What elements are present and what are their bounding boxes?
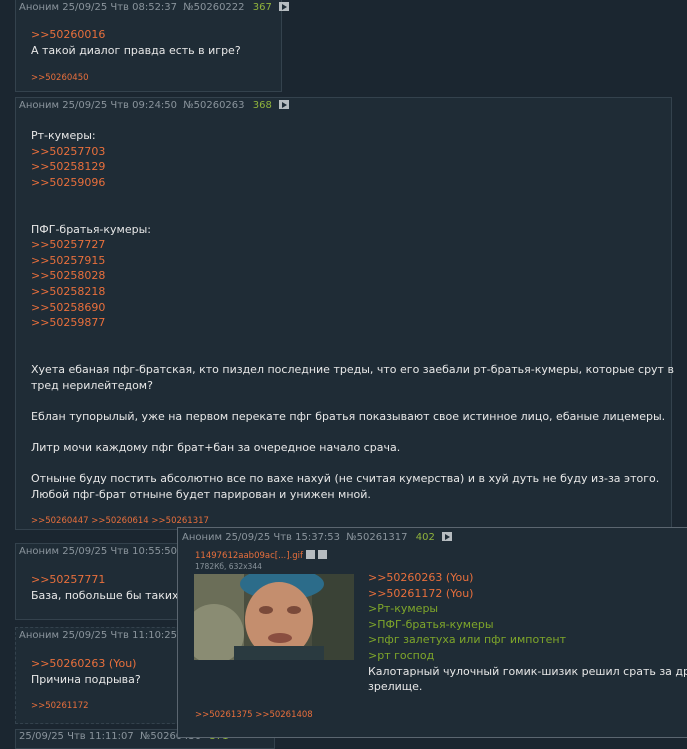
quote-link[interactable]: >>50258218 bbox=[31, 284, 674, 300]
post-date: 25/09/25 Чтв 15:37:53 bbox=[225, 532, 341, 543]
section-title-rt: Рт-кумеры: bbox=[31, 129, 96, 142]
section-title-pfg: ПФГ-братья-кумеры: bbox=[31, 222, 151, 236]
quote-link[interactable]: >>50260263 (You) bbox=[31, 656, 141, 672]
post-replies[interactable]: >>50260447 >>50260614 >>50261317 bbox=[31, 516, 209, 526]
post-50260222: Аноним 25/09/25 Чтв 08:52:37 №50260222 3… bbox=[15, 0, 289, 92]
play-icon[interactable] bbox=[442, 532, 452, 541]
file-meta: 1782Кб, 632x344 bbox=[195, 562, 262, 571]
post-date: 25/09/25 Чтв 09:24:50 bbox=[62, 100, 178, 111]
quote-link[interactable]: >>50257727 bbox=[31, 237, 674, 253]
post-header: Аноним 25/09/25 Чтв 10:55:50 bbox=[19, 546, 177, 557]
post-number[interactable]: №50261317 bbox=[346, 532, 407, 543]
post-count: 368 bbox=[252, 100, 272, 111]
post-count: 402 bbox=[415, 532, 435, 543]
post-text: База, побольше бы таких к bbox=[31, 588, 189, 602]
quote-link[interactable]: >>50260016 bbox=[31, 27, 241, 43]
post-author: Аноним bbox=[19, 100, 60, 111]
post-replies[interactable]: >>50261172 bbox=[31, 701, 89, 711]
greentext: >пфг залетуха или пфг импотент bbox=[368, 633, 566, 647]
post-text: Отныне буду постить абсолютно все по вах… bbox=[31, 472, 660, 486]
post-header: Аноним 25/09/25 Чтв 09:24:50 №50260263 3… bbox=[19, 100, 289, 111]
quote-link[interactable]: >>50258028 bbox=[31, 268, 674, 284]
post-preview-popup: Аноним 25/09/25 Чтв 15:37:53 №50261317 4… bbox=[177, 527, 687, 738]
post-header: Аноним 25/09/25 Чтв 08:52:37 №50260222 3… bbox=[19, 2, 289, 13]
post-text: Причина подрыва? bbox=[31, 672, 141, 686]
quote-link[interactable]: >>50260263 (You) bbox=[368, 570, 687, 586]
gif-thumbnail[interactable] bbox=[194, 574, 354, 660]
post-count: 367 bbox=[252, 2, 272, 13]
quote-link[interactable]: >>50257703 bbox=[31, 144, 674, 160]
post-text: Калотарный чулочный гомик-шизик решил ср… bbox=[368, 664, 687, 678]
greentext: >Рт-кумеры bbox=[368, 602, 439, 616]
play-icon[interactable] bbox=[279, 100, 289, 109]
search-image-icon[interactable] bbox=[305, 550, 315, 559]
post-author: Аноним bbox=[19, 630, 60, 641]
file-name[interactable]: 11497612aab09ac[...].gif bbox=[195, 551, 303, 561]
post-50260450-quote: Аноним 25/09/25 Чтв 10:55:50 >>50257771 … bbox=[15, 543, 189, 620]
download-icon[interactable] bbox=[317, 550, 327, 559]
greentext: >рт господ bbox=[368, 648, 435, 662]
post-text: А такой диалог правда есть в игре? bbox=[31, 43, 241, 57]
quote-link[interactable]: >>50257915 bbox=[31, 253, 674, 269]
post-reply-50261172: Аноним 25/09/25 Чтв 11:10:25 >>50260263 … bbox=[15, 627, 185, 724]
file-name-row: 11497612aab09ac[...].gif bbox=[195, 550, 327, 561]
quote-link[interactable]: >>50261172 (You) bbox=[368, 586, 687, 602]
post-date: 25/09/25 Чтв 08:52:37 bbox=[62, 2, 178, 13]
post-text: зрелище. bbox=[368, 680, 423, 694]
post-text: Еблан тупорылый, уже на первом перекате … bbox=[31, 409, 666, 423]
post-50260263: Аноним 25/09/25 Чтв 09:24:50 №50260263 3… bbox=[15, 97, 674, 530]
post-replies[interactable]: >>50261375 >>50261408 bbox=[195, 710, 313, 720]
post-text: Литр мочи каждому пфг брат+бан за очеред… bbox=[31, 440, 401, 454]
post-text: тред нерилейтедом? bbox=[31, 378, 153, 392]
post-number[interactable]: №50260263 bbox=[183, 100, 244, 111]
post-author: Аноним bbox=[19, 2, 60, 13]
post-number[interactable]: №50260222 bbox=[183, 2, 244, 13]
post-date: 25/09/25 Чтв 10:55:50 bbox=[62, 546, 178, 557]
play-icon[interactable] bbox=[279, 2, 289, 11]
greentext: >ПФГ-братья-кумеры bbox=[368, 617, 494, 631]
post-author: Аноним bbox=[182, 532, 223, 543]
quote-link[interactable]: >>50258690 bbox=[31, 300, 674, 316]
post-date: 25/09/25 Чтв 11:10:25 bbox=[62, 630, 178, 641]
post-text: Хуета ебаная пфг-братская, кто пиздел по… bbox=[31, 362, 674, 376]
quote-link[interactable]: >>50259877 bbox=[31, 315, 674, 331]
post-replies[interactable]: >>50260450 bbox=[31, 73, 89, 83]
post-author: Аноним bbox=[19, 546, 60, 557]
post-header: Аноним 25/09/25 Чтв 11:10:25 bbox=[19, 630, 177, 641]
post-text: Любой пфг-брат отныне будет парирован и … bbox=[31, 487, 371, 501]
quote-link[interactable]: >>50258129 bbox=[31, 159, 674, 175]
quote-link[interactable]: >>50259096 bbox=[31, 175, 674, 191]
post-header: Аноним 25/09/25 Чтв 15:37:53 №50261317 4… bbox=[182, 532, 452, 543]
post-date: 25/09/25 Чтв 11:11:07 bbox=[19, 731, 134, 742]
quote-link[interactable]: >>50257771 bbox=[31, 572, 189, 588]
